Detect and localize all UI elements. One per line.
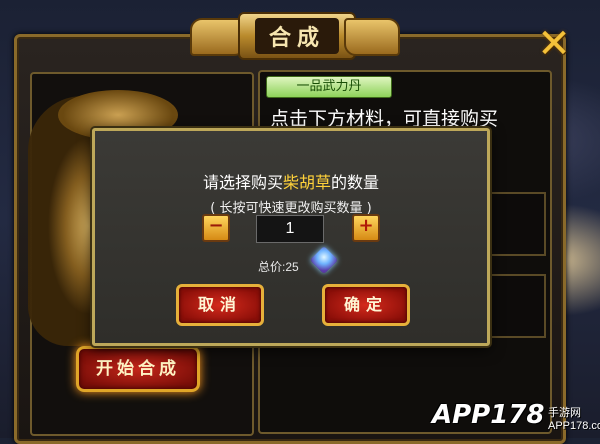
close-icon[interactable]: ✕ <box>536 24 572 64</box>
watermark-url: APP178.com <box>548 420 600 432</box>
watermark-site: 手游网 <box>548 406 581 419</box>
quantity-field[interactable]: 1 <box>256 215 324 243</box>
dialog-prompt-suffix: 的数量 <box>331 173 380 192</box>
dialog-subtitle: ( 长按可快速更改购买数量 ) <box>210 201 372 216</box>
watermark-brand: APP178 <box>432 400 545 430</box>
cancel-button[interactable]: 取消 <box>176 284 264 326</box>
item-name-badge: 一品武力丹 <box>266 76 392 98</box>
title-plate: 合成 <box>190 10 400 60</box>
watermark: APP178 手游网 APP178.com <box>430 398 600 438</box>
window-title: 合成 <box>254 18 339 54</box>
dialog-prompt-prefix: 请选择购买 <box>202 173 283 192</box>
title-center: 合成 <box>238 12 356 60</box>
material-slot-2[interactable] <box>484 274 546 338</box>
right-ornament <box>344 18 400 56</box>
purchase-hint: 点击下方材料，可直接购买 <box>270 108 499 130</box>
total-price: 总价:25 <box>258 260 299 274</box>
material-name: 柴胡草 <box>282 173 331 192</box>
material-slot-1[interactable] <box>484 192 546 256</box>
confirm-button[interactable]: 确定 <box>322 284 410 326</box>
increase-quantity-button[interactable]: + <box>352 214 380 242</box>
dialog-prompt: 请选择购买柴胡草的数量 <box>95 169 487 193</box>
decrease-quantity-button[interactable]: − <box>202 214 230 242</box>
start-synthesis-button[interactable]: 开始合成 <box>76 346 200 392</box>
